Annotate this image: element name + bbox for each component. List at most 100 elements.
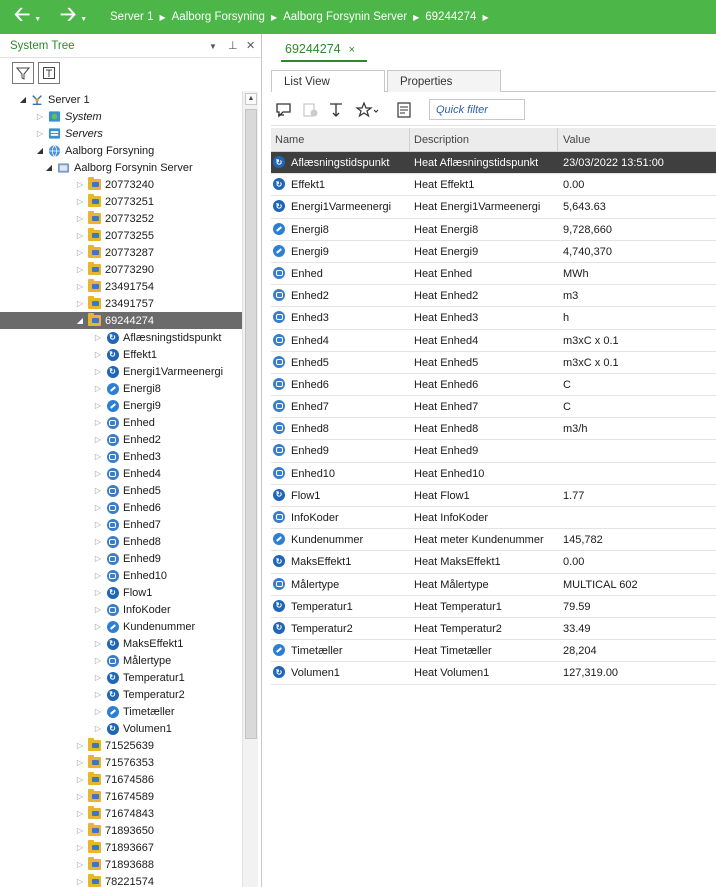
tree-item[interactable]: ▷ Enhed2: [0, 431, 242, 448]
tree-item[interactable]: ▷ 20773240: [0, 176, 242, 193]
table-row[interactable]: Enhed3 Heat Enhed3 h: [271, 307, 716, 330]
table-row[interactable]: Timetæller Heat Timetæller 28,204: [271, 640, 716, 663]
expand-arrow-icon[interactable]: ▷: [93, 350, 103, 359]
tree-item[interactable]: ▷ 71674589: [0, 788, 242, 805]
tree-item[interactable]: ▷ 20773255: [0, 227, 242, 244]
tree-item[interactable]: ▷ 71893688: [0, 856, 242, 873]
tree-item[interactable]: ▷ ↻ Temperatur1: [0, 669, 242, 686]
expand-arrow-icon[interactable]: ▷: [93, 639, 103, 648]
tree-item[interactable]: ◢ Aalborg Forsynin Server: [0, 159, 242, 176]
table-row[interactable]: Enhed2 Heat Enhed2 m3: [271, 285, 716, 308]
tree-item[interactable]: ▷ 20773290: [0, 261, 242, 278]
tree-item[interactable]: ▷ Enhed8: [0, 533, 242, 550]
collapse-arrow-icon[interactable]: ◢: [44, 163, 54, 172]
breadcrumb-item[interactable]: Server 1: [110, 11, 153, 23]
expand-arrow-icon[interactable]: ▷: [75, 792, 85, 801]
breadcrumb-separator-icon[interactable]: ▶: [159, 13, 165, 22]
tree-item[interactable]: ▷ ↻ MaksEffekt1: [0, 635, 242, 652]
breadcrumb-separator-icon[interactable]: ▶: [271, 13, 277, 22]
tree-item[interactable]: ▷ Enhed7: [0, 516, 242, 533]
expand-arrow-icon[interactable]: ▷: [93, 622, 103, 631]
collapse-icon[interactable]: [38, 62, 60, 84]
table-row[interactable]: ↻ MaksEffekt1 Heat MaksEffekt1 0.00: [271, 551, 716, 574]
table-row[interactable]: ↻ Volumen1 Heat Volumen1 127,319.00: [271, 662, 716, 685]
tree-item[interactable]: ▷ 23491757: [0, 295, 242, 312]
tab-properties[interactable]: Properties: [387, 70, 501, 93]
table-row[interactable]: Enhed10 Heat Enhed10: [271, 463, 716, 485]
tree-item[interactable]: ▷ ↻ Effekt1: [0, 346, 242, 363]
breadcrumb-separator-icon[interactable]: ▶: [482, 13, 488, 22]
tab-list-view[interactable]: List View: [271, 70, 385, 93]
tree-item[interactable]: ▷ Energi8: [0, 380, 242, 397]
tree-item[interactable]: ▷ ↻ Flow1: [0, 584, 242, 601]
tree-item[interactable]: ▷ ↻ Volumen1: [0, 720, 242, 737]
table-row[interactable]: Målertype Heat Målertype MULTICAL 602: [271, 574, 716, 596]
expand-arrow-icon[interactable]: ▷: [75, 197, 85, 206]
scroll-up-icon[interactable]: ▲: [245, 93, 257, 105]
close-tab-icon[interactable]: ×: [349, 44, 355, 56]
tree-item[interactable]: ▷ System: [0, 108, 242, 125]
expand-arrow-icon[interactable]: ▷: [93, 520, 103, 529]
expand-arrow-icon[interactable]: ▷: [93, 469, 103, 478]
expand-arrow-icon[interactable]: ▷: [75, 180, 85, 189]
expand-arrow-icon[interactable]: ▷: [75, 231, 85, 240]
expand-arrow-icon[interactable]: ▷: [75, 826, 85, 835]
breadcrumb-item[interactable]: Aalborg Forsynin Server: [283, 11, 407, 23]
column-separator[interactable]: [409, 128, 410, 152]
breadcrumb-item[interactable]: Aalborg Forsyning: [172, 11, 265, 23]
table-row[interactable]: InfoKoder Heat InfoKoder: [271, 507, 716, 530]
pane-dropdown-icon[interactable]: ▼: [209, 42, 217, 51]
export-icon[interactable]: [395, 101, 413, 119]
chevron-down-icon[interactable]: ▼: [34, 16, 41, 23]
expand-arrow-icon[interactable]: ▷: [93, 401, 103, 410]
favorite-star-icon[interactable]: [355, 101, 383, 119]
expand-arrow-icon[interactable]: ▷: [93, 435, 103, 444]
tree-item[interactable]: ▷ Enhed5: [0, 482, 242, 499]
tree-item[interactable]: ▷ Timetæller: [0, 703, 242, 720]
tree-item[interactable]: ▷ 71893650: [0, 822, 242, 839]
expand-arrow-icon[interactable]: ▷: [75, 741, 85, 750]
expand-arrow-icon[interactable]: ▷: [75, 265, 85, 274]
expand-arrow-icon[interactable]: ▷: [93, 333, 103, 342]
column-header-value[interactable]: Value: [563, 134, 590, 146]
expand-arrow-icon[interactable]: ▷: [75, 282, 85, 291]
breadcrumb-item[interactable]: 69244274: [425, 11, 476, 23]
tree-item[interactable]: ▷ Målertype: [0, 652, 242, 669]
table-row[interactable]: Enhed7 Heat Enhed7 C: [271, 396, 716, 419]
expand-arrow-icon[interactable]: ▷: [75, 860, 85, 869]
collapse-arrow-icon[interactable]: ◢: [35, 146, 45, 155]
expand-arrow-icon[interactable]: ▷: [75, 758, 85, 767]
tree-item[interactable]: ▷ 20773252: [0, 210, 242, 227]
tree-item[interactable]: ▷ Enhed10: [0, 567, 242, 584]
add-item-icon[interactable]: [301, 101, 319, 119]
column-header-description[interactable]: Description: [414, 134, 469, 146]
tree-item[interactable]: ▷ 71674843: [0, 805, 242, 822]
expand-arrow-icon[interactable]: ▷: [93, 418, 103, 427]
expand-arrow-icon[interactable]: ▷: [93, 656, 103, 665]
table-row[interactable]: Enhed8 Heat Enhed8 m3/h: [271, 418, 716, 441]
table-row[interactable]: ↻ Temperatur2 Heat Temperatur2 33.49: [271, 618, 716, 641]
tree-item[interactable]: ▷ ↻ Aflæsningstidspunkt: [0, 329, 242, 346]
tree-item[interactable]: ▷ 23491754: [0, 278, 242, 295]
tree-item[interactable]: ◢ Aalborg Forsyning: [0, 142, 242, 159]
tree-item[interactable]: ▷ 71674586: [0, 771, 242, 788]
table-row[interactable]: Enhed5 Heat Enhed5 m3xC x 0.1: [271, 352, 716, 374]
breadcrumb-separator-icon[interactable]: ▶: [413, 13, 419, 22]
tree-item[interactable]: ▷ ↻ Temperatur2: [0, 686, 242, 703]
expand-arrow-icon[interactable]: ▷: [75, 877, 85, 886]
expand-arrow-icon[interactable]: ▷: [75, 299, 85, 308]
quick-filter-input[interactable]: Quick filter: [429, 99, 525, 120]
close-icon[interactable]: ✕: [246, 39, 255, 52]
table-row[interactable]: Enhed6 Heat Enhed6 C: [271, 374, 716, 397]
column-header-name[interactable]: Name: [275, 134, 304, 146]
tree-item[interactable]: ◢ 69244274: [0, 312, 242, 329]
expand-arrow-icon[interactable]: ▷: [93, 724, 103, 733]
tree-item[interactable]: ▷ Enhed3: [0, 448, 242, 465]
sort-icon[interactable]: [327, 101, 345, 119]
table-row[interactable]: Enhed Heat Enhed MWh: [271, 263, 716, 286]
tree-scrollbar[interactable]: ▲: [242, 91, 258, 887]
table-row[interactable]: Enhed4 Heat Enhed4 m3xC x 0.1: [271, 330, 716, 352]
document-tab[interactable]: 69244274 ×: [285, 42, 355, 56]
back-button[interactable]: 🡠 ▼: [14, 0, 41, 34]
table-row[interactable]: ↻ Effekt1 Heat Effekt1 0.00: [271, 174, 716, 197]
